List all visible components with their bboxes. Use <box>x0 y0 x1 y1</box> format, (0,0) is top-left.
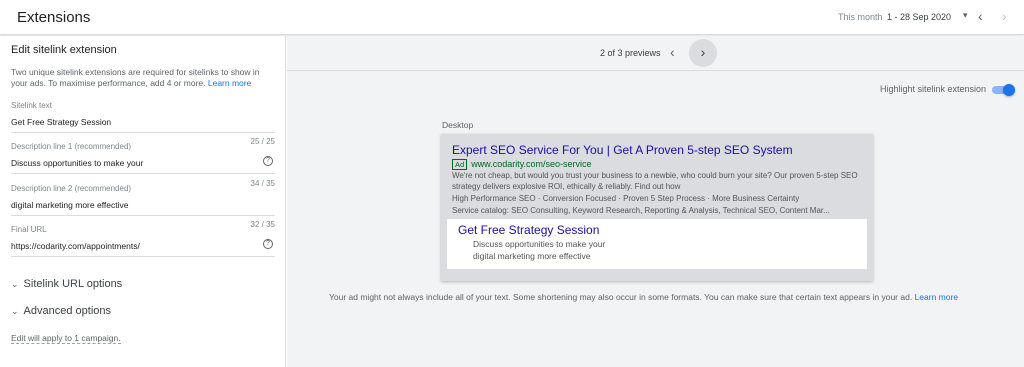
description-line-2-value[interactable]: digital marketing more effective <box>11 200 128 210</box>
date-range-label: This month <box>838 12 883 22</box>
advanced-options-label: Advanced options <box>23 305 111 317</box>
sitelink-url-options-expander[interactable]: ⌄ Sitelink URL options <box>11 278 122 290</box>
page-title: Extensions <box>17 9 91 26</box>
preview-panel: 2 of 3 previews ‹ › Highlight sitelink e… <box>287 36 1024 367</box>
device-label: Desktop <box>442 120 474 130</box>
final-url-count: 32 / 35 <box>250 220 275 229</box>
chevron-down-icon: ⌄ <box>11 306 19 316</box>
preview-count: 2 of 3 previews <box>600 48 661 58</box>
description-line-2-label: Description line 2 (recommended) <box>11 184 132 193</box>
preview-prev-icon[interactable]: ‹ <box>670 44 675 60</box>
description-line-2-count: 34 / 35 <box>250 179 275 188</box>
ad-preview-card: Expert SEO Service For You | Get A Prove… <box>441 134 873 281</box>
edit-panel-title: Edit sitelink extension <box>11 44 117 56</box>
ad-sitelink: Get Free Strategy Session Discuss opport… <box>447 219 867 269</box>
ad-headline[interactable]: Expert SEO Service For You | Get A Prove… <box>452 143 793 157</box>
field-divider <box>11 173 275 174</box>
edit-panel: Edit sitelink extension Two unique sitel… <box>0 36 286 367</box>
field-divider <box>11 215 275 216</box>
sitelink-text-label: Sitelink text <box>11 101 52 110</box>
description-line-1-count: 25 / 25 <box>250 137 275 146</box>
ad-badge: Ad <box>452 159 468 170</box>
highlight-sitelink-toggle[interactable] <box>992 84 1016 96</box>
ad-structured-snippet: Service catalog: SEO Consulting, Keyword… <box>452 206 830 215</box>
learn-more-link[interactable]: Learn more <box>208 78 251 88</box>
sitelink-line-2: digital marketing more effective <box>473 251 591 261</box>
help-icon[interactable]: ? <box>263 156 273 166</box>
date-next-icon[interactable]: › <box>1002 8 1007 24</box>
ad-url-row: Ad www.codarity.com/seo-service <box>452 159 592 170</box>
edit-panel-description: Two unique sitelink extensions are requi… <box>11 67 275 89</box>
preview-nav-bar: 2 of 3 previews ‹ › <box>287 36 1024 71</box>
description-line-1-label: Description line 1 (recommended) <box>11 142 132 151</box>
date-prev-icon[interactable]: ‹ <box>978 8 983 24</box>
sitelink-url-options-label: Sitelink URL options <box>23 278 123 290</box>
toggle-knob <box>1003 84 1015 96</box>
final-url-value[interactable]: https://codarity.com/appointments/ <box>11 241 140 251</box>
preview-footnote: Your ad might not always include all of … <box>329 292 958 302</box>
advanced-options-expander[interactable]: ⌄ Advanced options <box>11 305 111 317</box>
date-dropdown-icon[interactable]: ▾ <box>963 10 968 21</box>
preview-next-button[interactable]: › <box>689 39 717 67</box>
ad-display-url: www.codarity.com/seo-service <box>471 159 592 169</box>
date-range-value[interactable]: 1 - 28 Sep 2020 <box>887 12 951 22</box>
footnote-text: Your ad might not always include all of … <box>329 292 913 302</box>
final-url-label: Final URL <box>11 225 47 234</box>
footnote-learn-more-link[interactable]: Learn more <box>915 292 958 302</box>
chevron-down-icon: ⌄ <box>11 279 19 289</box>
field-divider <box>11 256 275 257</box>
ad-callouts: High Performance SEO · Conversion Focuse… <box>452 194 800 203</box>
field-divider <box>11 132 275 133</box>
ad-description: We're not cheap, but would you trust you… <box>452 171 858 191</box>
sitelink-line-1: Discuss opportunities to make your <box>473 239 606 249</box>
apply-note[interactable]: Edit will apply to 1 campaign. <box>11 333 121 344</box>
sitelink-title[interactable]: Get Free Strategy Session <box>458 223 599 237</box>
help-icon[interactable]: ? <box>263 239 273 249</box>
highlight-sitelink-label: Highlight sitelink extension <box>880 84 987 94</box>
description-line-1-value[interactable]: Discuss opportunities to make your <box>11 158 143 168</box>
sitelink-text-value[interactable]: Get Free Strategy Session <box>11 117 111 127</box>
top-header: Extensions This month 1 - 28 Sep 2020 ▾ … <box>0 0 1024 35</box>
